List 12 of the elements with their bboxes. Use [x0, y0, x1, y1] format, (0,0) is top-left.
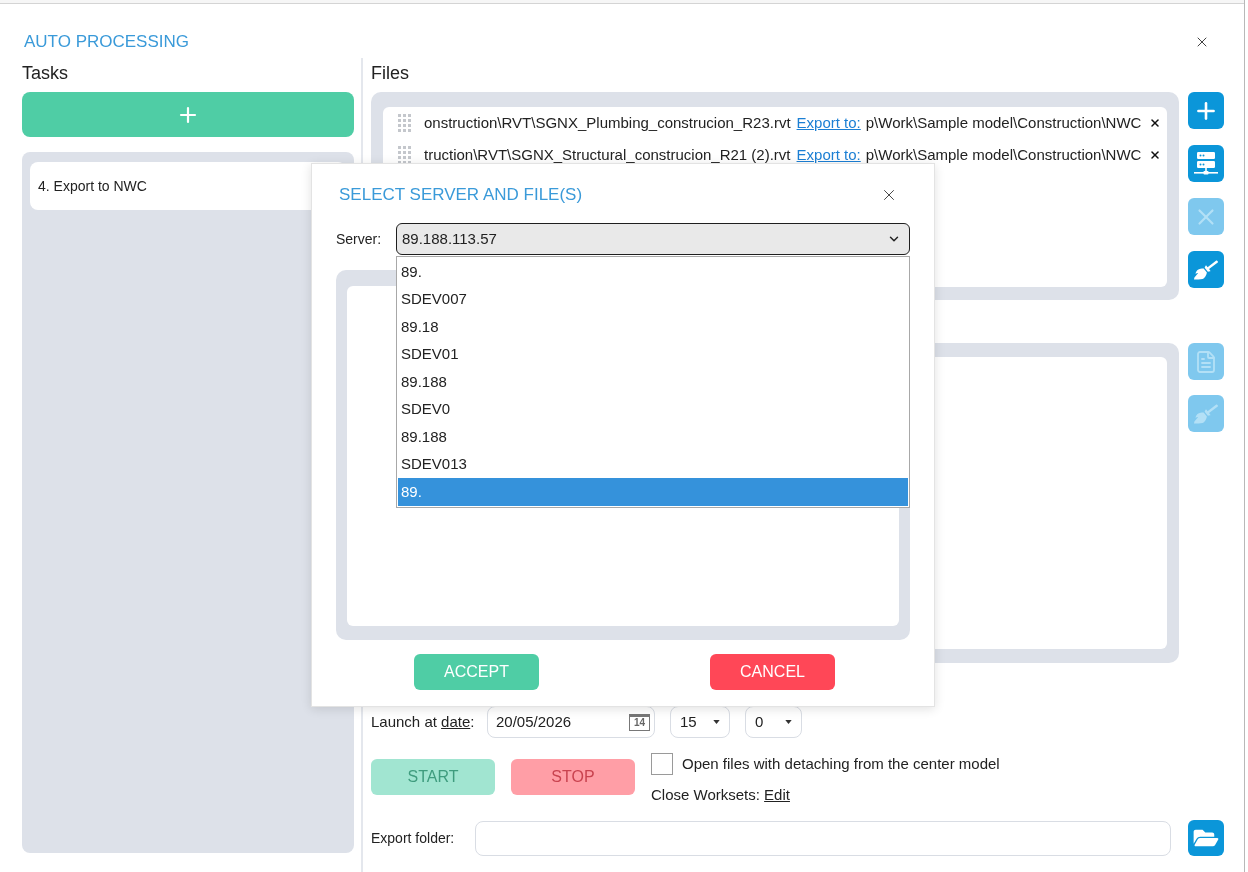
export-folder-label: Export folder:: [371, 828, 456, 848]
window-title: AUTO PROCESSING: [24, 31, 189, 53]
server-label: Server:: [336, 229, 383, 249]
tasks-heading: Tasks: [22, 61, 68, 85]
export-path: p\Work\Sample model\Construction\NWC: [865, 144, 1142, 165]
files-heading: Files: [371, 61, 409, 85]
file-path: truction\RVT\SGNX_Structural_construcion_R21 (2).rvt: [424, 144, 791, 165]
close-worksets-label: Close Worksets: Edit: [651, 784, 790, 805]
detach-label: Open files with detaching from the center model: [682, 754, 1000, 774]
launch-label: Launch at date:: [371, 711, 475, 732]
file-path: onstruction\RVT\SGNX_Plumbing_construcion_R23.rvt: [424, 112, 791, 133]
export-path: p\Work\Sample model\Construction\NWC: [865, 112, 1142, 133]
